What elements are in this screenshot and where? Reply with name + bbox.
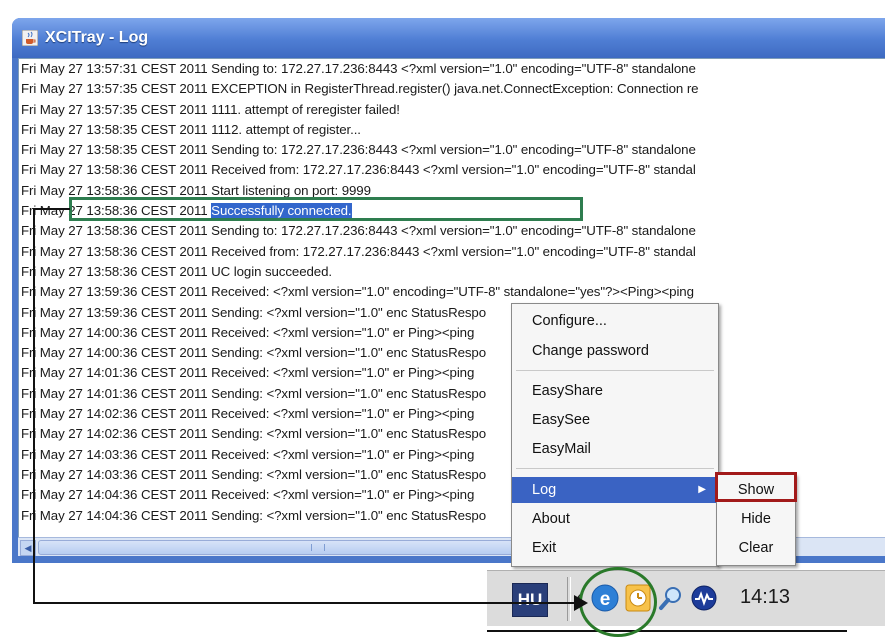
log-message: 1112. attempt of register... <box>211 121 361 137</box>
title-bar[interactable]: XCITray - Log <box>12 18 885 58</box>
log-timestamp: Fri May 27 14:03:36 CEST 2011 <box>21 466 208 482</box>
grip-icon <box>311 544 325 551</box>
annotation-highlight-box <box>69 197 583 221</box>
log-message: Received: <?xml version="1.0" er Ping><p… <box>211 365 475 381</box>
log-line: Fri May 27 14:01:36 CEST 2011 Received: … <box>19 363 885 383</box>
annotation-arrowhead-icon <box>574 595 588 611</box>
menu-separator <box>516 370 714 371</box>
menu-item-change-password[interactable]: Change password <box>512 338 718 364</box>
log-timestamp: Fri May 27 13:58:35 CEST 2011 <box>21 121 208 137</box>
log-message: Sending to: 172.27.17.236:8443 <?xml ver… <box>211 223 696 239</box>
menu-separator <box>516 468 714 469</box>
menu-item-easysee[interactable]: EasySee <box>512 407 718 433</box>
log-timestamp: Fri May 27 13:59:36 CEST 2011 <box>21 284 208 300</box>
taskbar: HU ‹ e 14:13 <box>487 570 885 626</box>
log-line: Fri May 27 13:57:35 CEST 2011 1111. atte… <box>19 100 885 120</box>
log-timestamp: Fri May 27 14:00:36 CEST 2011 <box>21 324 208 340</box>
log-timestamp: Fri May 27 13:59:36 CEST 2011 <box>21 304 208 320</box>
log-message: Received: <?xml version="1.0" er Ping><p… <box>211 446 475 462</box>
tray-clock[interactable]: 14:13 <box>740 586 790 609</box>
log-timestamp: Fri May 27 14:04:36 CEST 2011 <box>21 487 208 503</box>
log-line: Fri May 27 14:02:36 CEST 2011 Received: … <box>19 404 885 424</box>
java-cup-icon <box>22 30 38 46</box>
log-timestamp: Fri May 27 13:58:36 CEST 2011 <box>21 243 208 259</box>
submenu-arrow-icon: ▶ <box>698 484 706 495</box>
log-line: Fri May 27 13:58:36 CEST 2011 Received f… <box>19 160 885 180</box>
log-line: Fri May 27 14:02:36 CEST 2011 Sending: <… <box>19 424 885 444</box>
log-message: Received: <?xml version="1.0" er Ping><p… <box>211 406 475 422</box>
taskbar-app-button[interactable]: HU <box>512 583 548 617</box>
log-message: Sending: <?xml version="1.0" enc StatusR… <box>211 304 487 320</box>
annotation-connector-line <box>33 208 35 603</box>
log-line: Fri May 27 13:58:36 CEST 2011 Received f… <box>19 242 885 262</box>
log-message: Sending to: 172.27.17.236:8443 <?xml ver… <box>211 142 696 158</box>
log-message: UC login succeeded. <box>211 263 332 279</box>
annotation-connector-line <box>33 208 70 210</box>
log-line: Fri May 27 13:58:36 CEST 2011 UC login s… <box>19 262 885 282</box>
log-line: Fri May 27 13:57:35 CEST 2011 EXCEPTION … <box>19 79 885 99</box>
tray-context-menu: Configure... Change password EasyShare E… <box>511 303 719 567</box>
annotation-show-box <box>715 472 797 502</box>
taskbar-bottom-edge <box>487 630 847 632</box>
log-timestamp: Fri May 27 13:58:35 CEST 2011 <box>21 142 208 158</box>
menu-item-exit[interactable]: Exit <box>512 535 718 561</box>
log-timestamp: Fri May 27 13:57:31 CEST 2011 <box>21 61 208 76</box>
menu-item-log[interactable]: Log ▶ <box>512 477 718 503</box>
log-message: EXCEPTION in RegisterThread.register() j… <box>211 81 699 97</box>
log-line: Fri May 27 14:03:36 CEST 2011 Received: … <box>19 445 885 465</box>
log-timestamp: Fri May 27 14:01:36 CEST 2011 <box>21 385 208 401</box>
log-message: Sending: <?xml version="1.0" enc StatusR… <box>211 426 487 442</box>
log-timestamp: Fri May 27 14:04:36 CEST 2011 <box>21 507 208 523</box>
annotation-tray-circle <box>579 567 657 637</box>
log-line: Fri May 27 14:00:36 CEST 2011 Sending: <… <box>19 343 885 363</box>
log-timestamp: Fri May 27 13:58:36 CEST 2011 <box>21 182 208 198</box>
menu-item-easyshare[interactable]: EasyShare <box>512 378 718 404</box>
log-line: Fri May 27 14:00:36 CEST 2011 Received: … <box>19 323 885 343</box>
log-timestamp: Fri May 27 14:00:36 CEST 2011 <box>21 345 208 361</box>
log-line: Fri May 27 13:59:36 CEST 2011 Received: … <box>19 282 885 302</box>
log-timestamp: Fri May 27 14:03:36 CEST 2011 <box>21 446 208 462</box>
log-timestamp: Fri May 27 13:58:36 CEST 2011 <box>21 263 208 279</box>
log-message: Sending: <?xml version="1.0" enc StatusR… <box>211 507 487 523</box>
tray-separator <box>567 577 571 621</box>
log-timestamp: Fri May 27 13:57:35 CEST 2011 <box>21 101 208 117</box>
log-message: Sending: <?xml version="1.0" enc StatusR… <box>211 345 487 361</box>
network-tray-icon[interactable] <box>690 583 718 613</box>
submenu-item-clear[interactable]: Clear <box>717 535 795 561</box>
menu-item-easymail[interactable]: EasyMail <box>512 436 718 462</box>
log-timestamp: Fri May 27 14:02:36 CEST 2011 <box>21 406 208 422</box>
log-line: Fri May 27 13:58:35 CEST 2011 1112. atte… <box>19 120 885 140</box>
log-line: Fri May 27 13:57:31 CEST 2011 Sending to… <box>19 59 885 79</box>
submenu-item-hide[interactable]: Hide <box>717 506 795 532</box>
log-message: Sending: <?xml version="1.0" enc StatusR… <box>211 385 487 401</box>
log-timestamp: Fri May 27 13:57:35 CEST 2011 <box>21 81 208 97</box>
log-message: Received: <?xml version="1.0" er Ping><p… <box>211 487 475 503</box>
log-message: Received: <?xml version="1.0" encoding="… <box>211 284 694 300</box>
log-message: Received from: 172.27.17.236:8443 <?xml … <box>211 162 696 178</box>
menu-item-configure[interactable]: Configure... <box>512 308 718 334</box>
log-timestamp: Fri May 27 13:58:36 CEST 2011 <box>21 162 208 178</box>
log-message: Sending to: 172.27.17.236:8443 <?xml ver… <box>211 61 696 76</box>
log-message: Received from: 172.27.17.236:8443 <?xml … <box>211 243 696 259</box>
window-title: XCITray - Log <box>45 29 149 46</box>
log-line: Fri May 27 13:59:36 CEST 2011 Sending: <… <box>19 303 885 323</box>
search-tray-icon[interactable] <box>657 583 685 613</box>
log-message: Received: <?xml version="1.0" er Ping><p… <box>211 324 475 340</box>
log-line: Fri May 27 13:58:35 CEST 2011 Sending to… <box>19 140 885 160</box>
log-text-area[interactable]: Fri May 27 13:57:31 CEST 2011 Sending to… <box>18 58 885 538</box>
log-line: Fri May 27 14:01:36 CEST 2011 Sending: <… <box>19 384 885 404</box>
log-timestamp: Fri May 27 14:02:36 CEST 2011 <box>21 426 208 442</box>
log-message: 1111. attempt of reregister failed! <box>211 101 400 117</box>
annotation-connector-line <box>33 602 583 604</box>
log-line: Fri May 27 13:58:36 CEST 2011 Sending to… <box>19 221 885 241</box>
log-message: Start listening on port: 9999 <box>211 182 371 198</box>
log-timestamp: Fri May 27 13:58:36 CEST 2011 <box>21 223 208 239</box>
log-timestamp: Fri May 27 14:01:36 CEST 2011 <box>21 365 208 381</box>
log-message: Sending: <?xml version="1.0" enc StatusR… <box>211 466 487 482</box>
menu-item-about[interactable]: About <box>512 506 718 532</box>
